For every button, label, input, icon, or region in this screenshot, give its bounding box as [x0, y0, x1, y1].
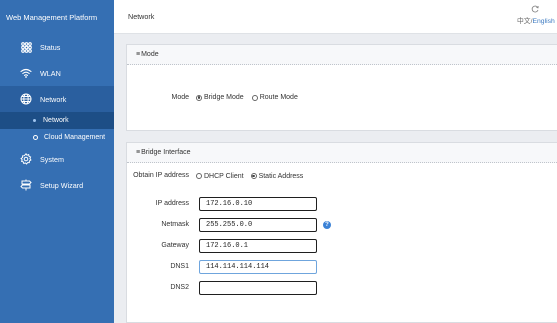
globe-icon [20, 93, 32, 105]
sidebar-item-setup-wizard[interactable]: Setup Wizard [0, 172, 114, 198]
radio-checked-icon [250, 173, 257, 179]
route-mode-radio[interactable]: Route Mode [251, 94, 298, 101]
mode-panel-header: ≡ Mode [127, 45, 557, 65]
dns1-label: DNS1 [170, 263, 189, 270]
lang-zh-link[interactable]: 中文/ [517, 18, 532, 25]
bridge-mode-radio[interactable]: Bridge Mode [196, 94, 244, 101]
sidebar-item-wlan[interactable]: WLAN [0, 60, 114, 86]
gear-icon [20, 153, 32, 165]
sidebar-subitem-network[interactable]: Network [0, 112, 114, 129]
radio-unchecked-icon [251, 94, 258, 101]
signpost-icon [20, 179, 32, 191]
ip-address-input[interactable]: 172.16.0.10 [199, 197, 317, 211]
bullet-dot-icon [33, 119, 36, 122]
mode-panel-title: Mode [141, 51, 159, 58]
wifi-icon [20, 67, 32, 79]
sidebar-subitem-label: Network [43, 117, 69, 124]
bullet-ring-icon [33, 135, 38, 140]
gateway-row: Gateway 172.16.0.1 [127, 239, 317, 253]
sidebar-item-label: System [40, 154, 64, 164]
sidebar-item-system[interactable]: System [0, 146, 114, 172]
dhcp-client-radio[interactable]: DHCP Client [196, 173, 244, 180]
mode-row: Mode Bridge Mode Route Mode [127, 94, 298, 101]
help-icon[interactable]: ? [323, 221, 331, 229]
dns2-row: DNS2 [127, 281, 317, 295]
lang-en-link[interactable]: English [532, 18, 554, 25]
dns1-row: DNS1 114.114.114.114 [127, 260, 317, 274]
obtain-ip-row: Obtain IP address DHCP Client Static Add… [127, 172, 303, 180]
sidebar-menu: Status WLAN Network Network Cloud Manage… [0, 34, 114, 198]
sidebar-subitem-cloud-management[interactable]: Cloud Management [0, 129, 114, 146]
bridge-panel-header: ≡ Bridge Interface [127, 143, 557, 163]
mode-label: Mode [171, 94, 189, 101]
sidebar-item-label: Network [40, 94, 67, 104]
dns2-input[interactable] [199, 281, 317, 295]
sidebar-subitem-label: Cloud Management [44, 134, 106, 141]
netmask-label: Netmask [161, 221, 189, 228]
static-address-label: Static Address [258, 172, 304, 180]
static-address-radio[interactable]: Static Address [250, 172, 304, 180]
netmask-input[interactable]: 255.255.0.0 [199, 218, 317, 232]
bridge-panel-title: Bridge Interface [141, 149, 191, 156]
radio-checked-icon [196, 94, 202, 101]
bridge-interface-panel: ≡ Bridge Interface Obtain IP address DHC… [126, 142, 557, 323]
obtain-ip-label: Obtain IP address [133, 172, 189, 179]
list-icon: ≡ [136, 51, 141, 58]
radio-unchecked-icon [196, 173, 202, 179]
gateway-input[interactable]: 172.16.0.1 [199, 239, 317, 253]
sidebar-item-status[interactable]: Status [0, 34, 114, 60]
sidebar-item-label: Status [40, 42, 61, 52]
ip-address-row: IP address 172.16.0.10 [127, 197, 317, 211]
status-grid-icon [20, 41, 32, 53]
bridge-mode-label: Bridge Mode [204, 94, 244, 101]
dns2-label: DNS2 [170, 284, 189, 291]
top-bar: Network 中文/English [114, 0, 557, 34]
app-title: Web Management Platform [0, 0, 114, 34]
gateway-label: Gateway [161, 242, 189, 249]
sidebar-item-label: WLAN [40, 68, 61, 78]
refresh-icon [531, 5, 557, 15]
sidebar-item-network[interactable]: Network [0, 86, 114, 112]
list-icon: ≡ [136, 149, 141, 156]
sidebar-item-label: Setup Wizard [40, 180, 84, 190]
page-title: Network [128, 12, 155, 21]
dns1-input[interactable]: 114.114.114.114 [199, 260, 317, 274]
netmask-row: Netmask 255.255.0.0 ? [127, 218, 331, 232]
ip-address-label: IP address [155, 200, 189, 207]
mode-panel: ≡ Mode Mode Bridge Mode Route Mode [126, 44, 557, 131]
dhcp-client-label: DHCP Client [204, 172, 244, 180]
sidebar: Web Management Platform Status WLAN Netw… [0, 0, 114, 323]
language-switch[interactable]: 中文/English [517, 5, 557, 25]
route-mode-label: Route Mode [259, 94, 298, 101]
